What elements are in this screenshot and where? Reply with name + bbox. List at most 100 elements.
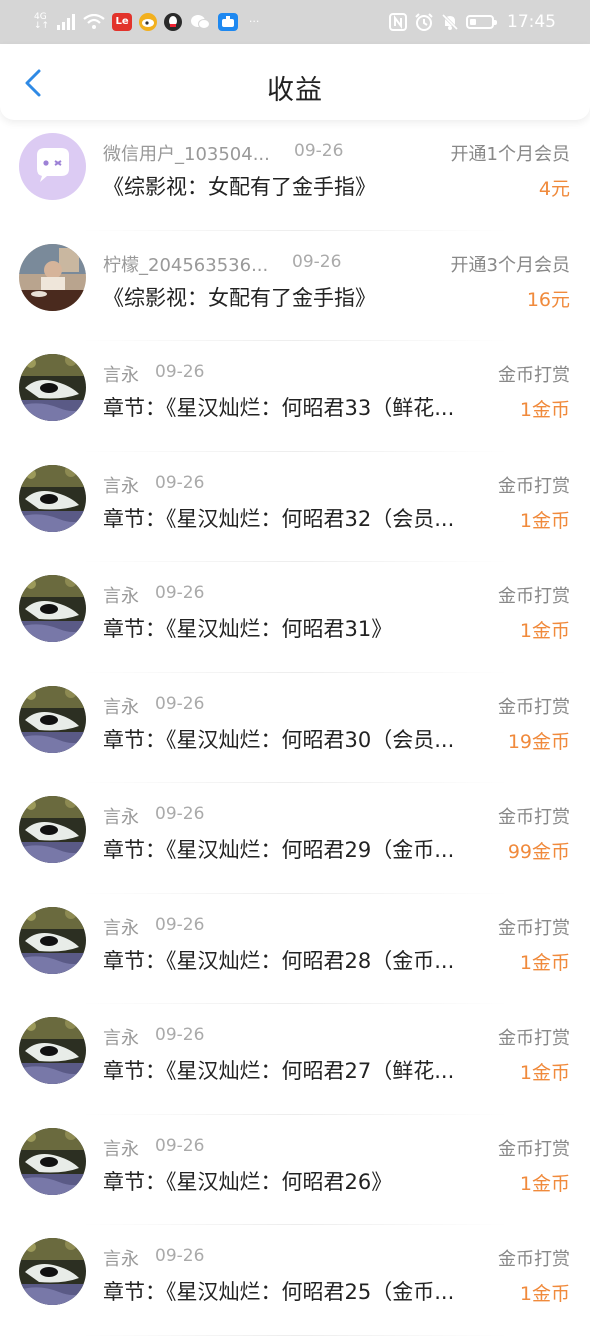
earnings-record-7[interactable]: 言永 09-26 金币打赏 章节：《星汉灿烂：何昭君29（金币... 99金币	[0, 783, 590, 894]
record-title: 《综影视：女配有了金手指》	[103, 175, 376, 199]
record-type: 开通3个月会员	[450, 254, 570, 276]
avatar-image	[19, 243, 86, 311]
record-date: 09-26	[155, 583, 205, 603]
record-date: 09-26	[294, 141, 344, 161]
user-name: 言永	[103, 917, 139, 939]
avatar	[19, 133, 86, 200]
avatar	[19, 1017, 86, 1084]
earnings-record-1[interactable]: 微信用户_103504... 09-26 开通1个月会员 《综影视：女配有了金手…	[0, 120, 590, 231]
status-icons-right: 17:45	[389, 12, 556, 32]
nfc-icon	[389, 13, 407, 31]
record-type: 金币打赏	[498, 1249, 570, 1270]
record-date: 09-26	[155, 362, 205, 382]
avatar-image	[19, 464, 86, 532]
record-amount: 1金币	[519, 951, 570, 974]
earnings-record-8[interactable]: 言永 09-26 金币打赏 章节：《星汉灿烂：何昭君28（金币... 1金币	[0, 894, 590, 1004]
app-notification-icon	[218, 13, 239, 31]
earnings-record-5[interactable]: 言永 09-26 金币打赏 章节：《星汉灿烂：何昭君31》 1金币	[0, 562, 590, 673]
record-amount: 19金币	[507, 730, 570, 753]
record-date: 09-26	[155, 1135, 205, 1156]
signal-icon	[57, 14, 76, 30]
earnings-record-6[interactable]: 言永 09-26 金币打赏 章节：《星汉灿烂：何昭君30（会员... 19金币	[0, 673, 590, 783]
record-amount: 99金币	[507, 841, 570, 863]
record-type: 金币打赏	[498, 365, 570, 386]
user-name: 言永	[103, 1249, 139, 1270]
avatar-image	[19, 685, 86, 753]
record-date: 09-26	[155, 472, 205, 493]
record-date: 09-26	[155, 1246, 205, 1266]
record-title: 章节：《星汉灿烂：何昭君25（金币...	[103, 1280, 455, 1304]
record-date: 09-26	[155, 804, 205, 824]
user-name: 微信用户_103504...	[103, 144, 270, 165]
row-divider	[80, 1334, 510, 1336]
le-app-icon: Le	[112, 13, 133, 31]
avatar-image	[19, 796, 86, 863]
avatar-image	[19, 354, 86, 421]
earnings-record-11[interactable]: 言永 09-26 金币打赏 章节：《星汉灿烂：何昭君25（金币... 1金币	[0, 1225, 590, 1336]
record-amount: 4元	[538, 178, 570, 200]
record-title: 章节：《星汉灿烂：何昭君32（会员...	[103, 506, 455, 531]
user-name: 言永	[103, 696, 139, 718]
record-title: 章节：《星汉灿烂：何昭君31》	[103, 617, 393, 641]
record-date: 09-26	[155, 693, 205, 714]
more-notifications-icon: ···	[248, 15, 260, 28]
earnings-record-4[interactable]: 言永 09-26 金币打赏 章节：《星汉灿烂：何昭君32（会员... 1金币	[0, 452, 590, 562]
record-amount: 1金币	[519, 1062, 570, 1084]
record-date: 09-26	[292, 251, 342, 272]
record-title: 章节：《星汉灿烂：何昭君26》	[103, 1169, 393, 1194]
record-amount: 16元	[526, 288, 570, 311]
record-title: 章节：《星汉灿烂：何昭君28（金币...	[103, 948, 455, 973]
earnings-record-2[interactable]: 柠檬_204563536... 09-26 开通3个月会员 《综影视：女配有了金…	[0, 231, 590, 341]
user-name: 言永	[103, 1028, 139, 1049]
earnings-record-9[interactable]: 言永 09-26 金币打赏 章节：《星汉灿烂：何昭君27（鲜花... 1金币	[0, 1004, 590, 1115]
record-amount: 1金币	[519, 1283, 570, 1305]
user-name: 言永	[103, 1138, 139, 1160]
record-title: 《综影视：女配有了金手指》	[103, 285, 376, 310]
record-title: 章节：《星汉灿烂：何昭君30（会员...	[103, 727, 455, 752]
page-title: 收益	[267, 75, 323, 106]
alarm-icon	[415, 13, 433, 31]
record-type: 金币打赏	[498, 807, 570, 828]
avatar	[19, 354, 86, 421]
earnings-record-3[interactable]: 言永 09-26 金币打赏 章节：《星汉灿烂：何昭君33（鲜花... 1金币	[0, 341, 590, 452]
avatar	[19, 575, 86, 642]
avatar	[19, 685, 86, 753]
avatar-image	[19, 1238, 86, 1305]
clock: 17:45	[507, 12, 556, 32]
record-title: 章节：《星汉灿烂：何昭君33（鲜花...	[103, 396, 455, 420]
avatar-image	[19, 1127, 86, 1195]
avatar	[19, 464, 86, 532]
user-name: 柠檬_204563536...	[103, 254, 269, 276]
record-title: 章节：《星汉灿烂：何昭君27（鲜花...	[103, 1059, 455, 1083]
record-type: 金币打赏	[498, 1138, 570, 1160]
avatar-image	[19, 1017, 86, 1084]
record-date: 09-26	[155, 914, 205, 935]
record-type: 开通1个月会员	[450, 144, 570, 165]
record-type: 金币打赏	[498, 917, 570, 939]
record-amount: 1金币	[519, 399, 570, 421]
earnings-record-10[interactable]: 言永 09-26 金币打赏 章节：《星汉灿烂：何昭君26》 1金币	[0, 1115, 590, 1225]
record-title: 章节：《星汉灿烂：何昭君29（金币...	[103, 838, 455, 862]
avatar	[19, 1127, 86, 1195]
weibo-icon	[139, 13, 158, 31]
earnings-list: 微信用户_103504... 09-26 开通1个月会员 《综影视：女配有了金手…	[0, 120, 590, 1336]
avatar-image	[19, 133, 86, 200]
avatar	[19, 1238, 86, 1305]
avatar	[19, 796, 86, 863]
user-name: 言永	[103, 586, 139, 607]
wechat-icon	[189, 13, 211, 31]
record-amount: 1金币	[519, 509, 570, 532]
battery-icon	[466, 15, 497, 29]
user-name: 言永	[103, 365, 139, 386]
record-date: 09-26	[155, 1025, 205, 1045]
user-name: 言永	[103, 475, 139, 497]
wifi-icon	[83, 14, 105, 29]
avatar-image	[19, 575, 86, 642]
record-type: 金币打赏	[498, 475, 570, 497]
avatar-image	[19, 906, 86, 974]
page-header: 收益	[0, 44, 590, 120]
user-name: 言永	[103, 807, 139, 828]
status-icons-left: 4G ↓↑ Le ···	[34, 13, 263, 31]
record-amount: 1金币	[519, 620, 570, 642]
record-type: 金币打赏	[498, 696, 570, 718]
